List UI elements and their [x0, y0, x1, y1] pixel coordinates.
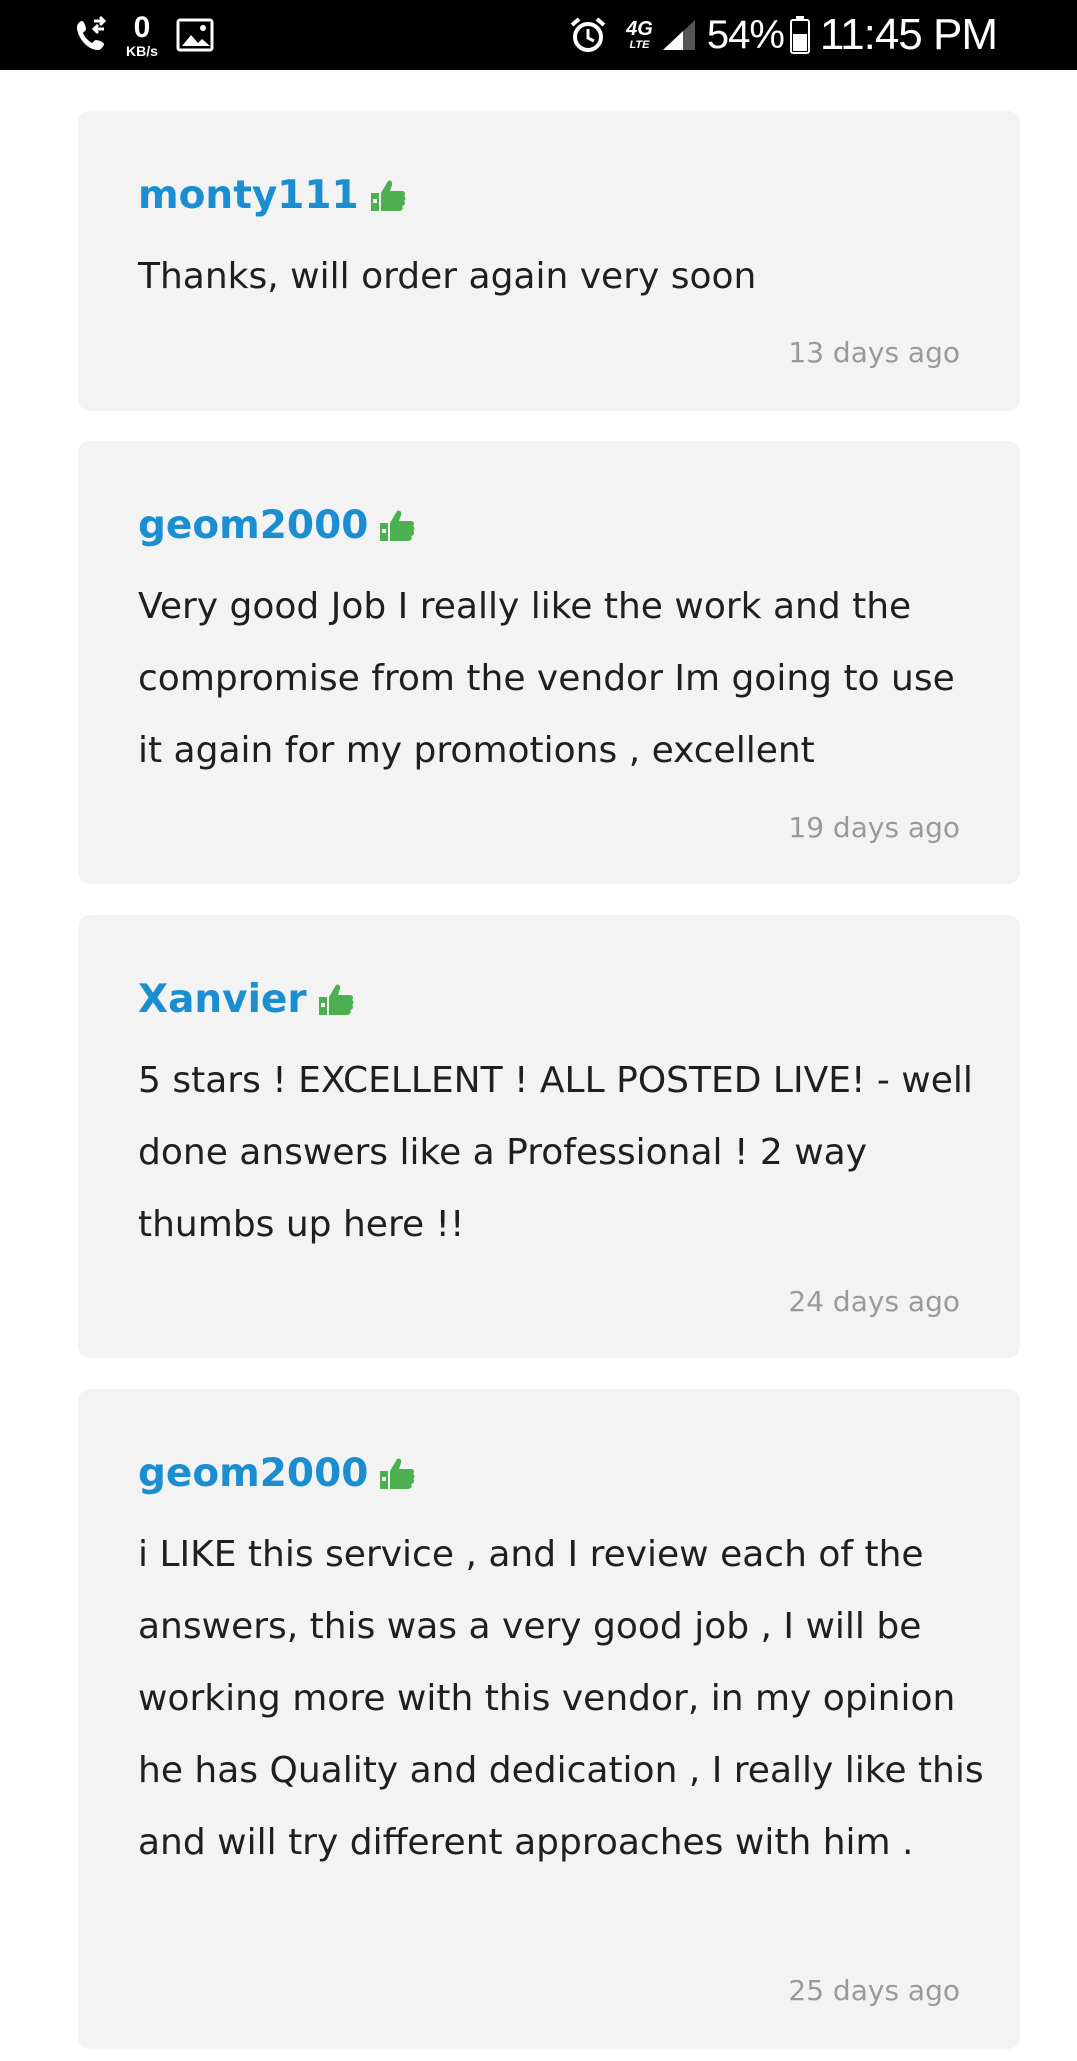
- status-bar-right: 4G LTE 54% 11:45 PM: [568, 0, 998, 70]
- status-bar-left: 0 KB/s: [72, 0, 214, 70]
- call-forward-icon: [72, 15, 112, 55]
- review-header: Xanvier: [138, 977, 355, 1022]
- clock: 11:45 PM: [819, 10, 998, 59]
- image-icon: [176, 18, 214, 52]
- review-timestamp: 25 days ago: [788, 1974, 960, 2007]
- signal-icon: [661, 18, 697, 52]
- review-timestamp: 24 days ago: [788, 1285, 960, 1318]
- alarm-icon: [568, 15, 608, 55]
- review-header: geom2000: [138, 503, 416, 548]
- thumbs-up-icon: [378, 509, 416, 543]
- network-type: 4G LTE: [626, 19, 653, 51]
- network-type-bottom: LTE: [629, 39, 650, 51]
- review-header: geom2000: [138, 1451, 416, 1496]
- thumbs-up-icon: [378, 1457, 416, 1491]
- network-speed-unit: KB/s: [126, 42, 158, 59]
- review-card: geom2000 Very good Job I really like the…: [78, 441, 1020, 884]
- thumbs-up-icon: [317, 983, 355, 1017]
- reviewer-username[interactable]: monty111: [138, 173, 359, 218]
- review-text: Very good Job I really like the work and…: [138, 586, 955, 771]
- battery-icon: [789, 16, 810, 54]
- network-speed: 0 KB/s: [126, 10, 158, 59]
- review-card: geom2000 i LIKE this service , and I rev…: [78, 1389, 1020, 2049]
- review-text: i LIKE this service , and I review each …: [138, 1534, 984, 1863]
- review-text: Thanks, will order again very soon: [138, 256, 757, 297]
- review-header: monty111: [138, 173, 407, 218]
- thumbs-up-icon: [369, 179, 407, 213]
- review-text: 5 stars ! EXCELLENT ! ALL POSTED LIVE! -…: [138, 1060, 973, 1245]
- network-type-top: 4G: [626, 18, 653, 40]
- status-bar: 0 KB/s 4G LTE 54% 11:45 PM: [0, 0, 1077, 70]
- battery-percentage: 54%: [706, 12, 785, 57]
- reviewer-username[interactable]: geom2000: [138, 503, 368, 548]
- review-card: monty111 Thanks, will order again very s…: [78, 111, 1020, 411]
- review-timestamp: 13 days ago: [788, 336, 960, 369]
- review-timestamp: 19 days ago: [788, 811, 960, 844]
- reviewer-username[interactable]: Xanvier: [138, 977, 307, 1022]
- reviewer-username[interactable]: geom2000: [138, 1451, 368, 1496]
- review-card: Xanvier 5 stars ! EXCELLENT ! ALL POSTED…: [78, 915, 1020, 1358]
- network-speed-value: 0: [133, 10, 151, 44]
